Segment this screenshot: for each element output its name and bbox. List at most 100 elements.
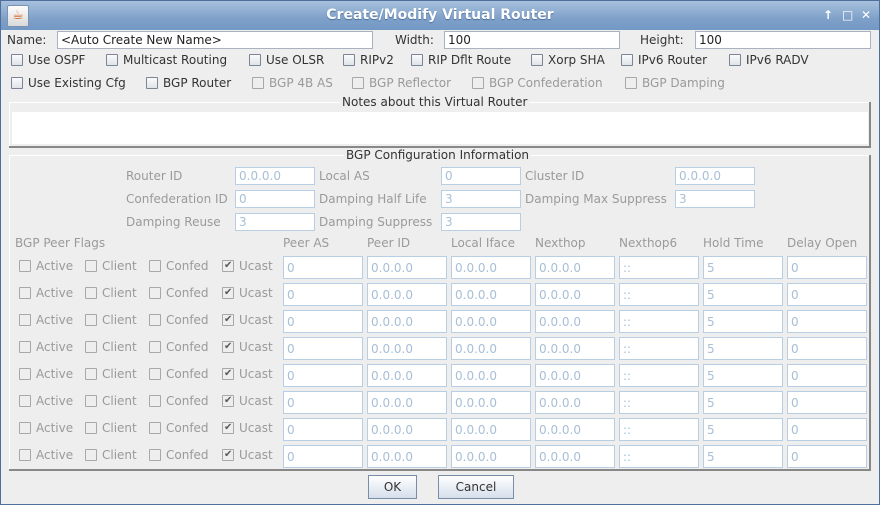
checkbox-box[interactable]	[85, 287, 97, 299]
checkbox-box[interactable]	[11, 77, 23, 89]
router-id-input[interactable]: 0.0.0.0	[235, 167, 315, 185]
peer-hold-time-input[interactable]: 5	[703, 337, 783, 360]
peer-nexthop-input[interactable]: 0.0.0.0	[535, 364, 615, 387]
checkbox-box[interactable]	[19, 395, 31, 407]
checkbox-ipv6-router[interactable]: IPv6 Router	[621, 53, 707, 67]
checkbox-box[interactable]	[19, 287, 31, 299]
peer-hold-time-input[interactable]: 5	[703, 391, 783, 414]
peer-peer-as-input[interactable]: 0	[283, 310, 363, 333]
checkbox-box[interactable]	[85, 341, 97, 353]
confed-id-input[interactable]: 0	[235, 190, 315, 208]
peer-hold-time-input[interactable]: 5	[703, 310, 783, 333]
peer-delay-open-input[interactable]: 0	[787, 364, 867, 387]
checkbox-box[interactable]	[19, 449, 31, 461]
local-as-input[interactable]: 0	[441, 167, 521, 185]
checkbox-box[interactable]	[11, 54, 23, 66]
peer-flag-ucast[interactable]: Ucast	[222, 394, 273, 408]
checkbox-box[interactable]	[85, 368, 97, 380]
checkbox-box[interactable]	[222, 340, 234, 354]
checkbox-ipv6-radv[interactable]: IPv6 RADV	[729, 53, 809, 67]
peer-local-iface-input[interactable]: 0.0.0.0	[451, 310, 531, 333]
checkbox-box[interactable]	[85, 395, 97, 407]
peer-delay-open-input[interactable]: 0	[787, 445, 867, 468]
peer-peer-id-input[interactable]: 0.0.0.0	[367, 256, 447, 279]
checkbox-box[interactable]	[222, 313, 234, 327]
checkbox-box[interactable]	[85, 422, 97, 434]
peer-local-iface-input[interactable]: 0.0.0.0	[451, 256, 531, 279]
checkbox-box[interactable]	[149, 287, 161, 299]
peer-hold-time-input[interactable]: 5	[703, 418, 783, 441]
checkbox-box[interactable]	[222, 394, 234, 408]
damping-half-life-input[interactable]: 3	[441, 190, 521, 208]
peer-peer-as-input[interactable]: 0	[283, 283, 363, 306]
checkbox-box[interactable]	[222, 259, 234, 273]
checkbox-use-ospf[interactable]: Use OSPF	[11, 53, 85, 67]
peer-flag-confed[interactable]: Confed	[149, 286, 209, 300]
cluster-id-input[interactable]: 0.0.0.0	[675, 167, 755, 185]
notes-textarea[interactable]	[12, 112, 868, 144]
checkbox-box[interactable]	[222, 421, 234, 435]
peer-flag-confed[interactable]: Confed	[149, 259, 209, 273]
checkbox-box[interactable]	[19, 341, 31, 353]
peer-nexthop-input[interactable]: 0.0.0.0	[535, 310, 615, 333]
peer-hold-time-input[interactable]: 5	[703, 256, 783, 279]
damping-reuse-input[interactable]: 3	[235, 213, 315, 231]
checkbox-use-existing-cfg[interactable]: Use Existing Cfg	[11, 76, 126, 90]
peer-peer-as-input[interactable]: 0	[283, 391, 363, 414]
peer-delay-open-input[interactable]: 0	[787, 391, 867, 414]
peer-flag-active[interactable]: Active	[19, 448, 73, 462]
peer-peer-id-input[interactable]: 0.0.0.0	[367, 364, 447, 387]
checkbox-box[interactable]	[149, 260, 161, 272]
peer-local-iface-input[interactable]: 0.0.0.0	[451, 364, 531, 387]
peer-nexthop-input[interactable]: 0.0.0.0	[535, 391, 615, 414]
peer-local-iface-input[interactable]: 0.0.0.0	[451, 283, 531, 306]
checkbox-box[interactable]	[85, 260, 97, 272]
cancel-button[interactable]: Cancel	[438, 475, 514, 499]
peer-delay-open-input[interactable]: 0	[787, 337, 867, 360]
peer-peer-as-input[interactable]: 0	[283, 445, 363, 468]
peer-local-iface-input[interactable]: 0.0.0.0	[451, 391, 531, 414]
checkbox-box[interactable]	[85, 314, 97, 326]
peer-flag-confed[interactable]: Confed	[149, 313, 209, 327]
peer-flag-confed[interactable]: Confed	[149, 421, 209, 435]
peer-delay-open-input[interactable]: 0	[787, 283, 867, 306]
ok-button[interactable]: OK	[368, 475, 417, 499]
peer-flag-ucast[interactable]: Ucast	[222, 421, 273, 435]
checkbox-box[interactable]	[19, 260, 31, 272]
checkbox-box[interactable]	[222, 448, 234, 462]
peer-nexthop6-input[interactable]: ::	[619, 418, 699, 441]
checkbox-box[interactable]	[146, 77, 158, 89]
checkbox-box[interactable]	[149, 314, 161, 326]
checkbox-box[interactable]	[343, 54, 355, 66]
peer-flag-ucast[interactable]: Ucast	[222, 286, 273, 300]
checkbox-use-olsr[interactable]: Use OLSR	[249, 53, 324, 67]
checkbox-box[interactable]	[621, 54, 633, 66]
peer-flag-client[interactable]: Client	[85, 286, 137, 300]
peer-peer-as-input[interactable]: 0	[283, 418, 363, 441]
peer-peer-as-input[interactable]: 0	[283, 337, 363, 360]
peer-local-iface-input[interactable]: 0.0.0.0	[451, 337, 531, 360]
checkbox-rip-dflt-route[interactable]: RIP Dflt Route	[411, 53, 511, 67]
peer-nexthop6-input[interactable]: ::	[619, 337, 699, 360]
peer-flag-active[interactable]: Active	[19, 313, 73, 327]
peer-flag-active[interactable]: Active	[19, 340, 73, 354]
checkbox-box[interactable]	[19, 422, 31, 434]
peer-nexthop-input[interactable]: 0.0.0.0	[535, 418, 615, 441]
peer-delay-open-input[interactable]: 0	[787, 256, 867, 279]
peer-peer-id-input[interactable]: 0.0.0.0	[367, 418, 447, 441]
peer-nexthop6-input[interactable]: ::	[619, 364, 699, 387]
maximize-icon[interactable]: □	[842, 8, 853, 22]
checkbox-xorp-sha[interactable]: Xorp SHA	[531, 53, 605, 67]
peer-flag-active[interactable]: Active	[19, 394, 73, 408]
title-bar[interactable]: ☕ Create/Modify Virtual Router ↑ □ ✕	[1, 1, 879, 30]
peer-peer-id-input[interactable]: 0.0.0.0	[367, 337, 447, 360]
peer-nexthop-input[interactable]: 0.0.0.0	[535, 337, 615, 360]
peer-flag-ucast[interactable]: Ucast	[222, 340, 273, 354]
peer-nexthop-input[interactable]: 0.0.0.0	[535, 445, 615, 468]
checkbox-box[interactable]	[411, 54, 423, 66]
peer-delay-open-input[interactable]: 0	[787, 310, 867, 333]
peer-flag-active[interactable]: Active	[19, 259, 73, 273]
checkbox-box[interactable]	[19, 314, 31, 326]
peer-nexthop6-input[interactable]: ::	[619, 256, 699, 279]
peer-flag-client[interactable]: Client	[85, 394, 137, 408]
